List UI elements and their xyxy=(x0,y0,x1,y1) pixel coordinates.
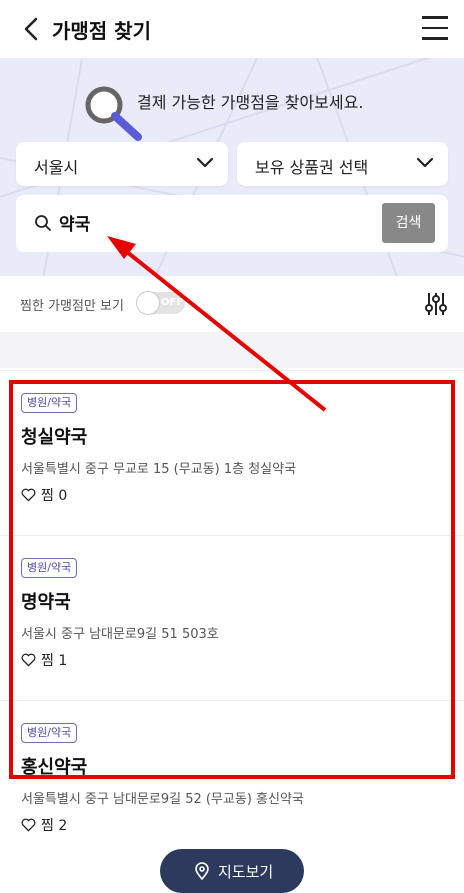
filter-bar: 찜한 가맹점만 보기 OFF xyxy=(0,276,464,332)
category-badge: 병원/약국 xyxy=(21,558,78,578)
page-title: 가맹점 찾기 xyxy=(52,19,151,43)
store-list-item[interactable]: 병원/약국 청실약국 서울특별시 중구 무교로 15 (무교동) 1층 청실약국… xyxy=(0,370,464,536)
back-arrow-icon[interactable] xyxy=(18,14,48,44)
like-count: 찜 0 xyxy=(41,488,68,504)
favorites-only-toggle[interactable]: OFF xyxy=(137,292,185,314)
heart-icon xyxy=(21,488,36,502)
like-button[interactable]: 찜 1 xyxy=(21,650,67,670)
store-name: 홍신약국 xyxy=(21,757,88,778)
store-address: 서울특별시 중구 무교로 15 (무교동) 1층 청실약국 xyxy=(21,462,297,477)
location-pin-icon xyxy=(195,862,209,880)
search-panel: 결제 가능한 가맹점을 찾아보세요. 서울시 보유 상품권 선택 약국 검색 xyxy=(0,58,464,276)
store-address: 서울특별시 중구 남대문로9길 52 (무교동) 홍신약국 xyxy=(21,792,304,807)
section-divider xyxy=(0,332,464,368)
heart-icon xyxy=(21,653,36,667)
store-name: 명약국 xyxy=(21,592,71,613)
like-button[interactable]: 찜 2 xyxy=(21,815,67,835)
region-select-label: 서울시 xyxy=(34,158,79,177)
heart-icon xyxy=(21,818,36,832)
toggle-knob xyxy=(137,292,159,314)
search-input-value: 약국 xyxy=(59,215,91,235)
like-count: 찜 1 xyxy=(41,653,68,669)
like-button[interactable]: 찜 0 xyxy=(21,485,67,505)
store-name: 청실약국 xyxy=(21,427,88,448)
toggle-state-text: OFF xyxy=(161,297,184,308)
search-icon xyxy=(35,215,51,231)
category-badge: 병원/약국 xyxy=(21,393,78,413)
search-prompt-text: 결제 가능한 가맹점을 찾아보세요. xyxy=(137,93,364,112)
chevron-down-icon xyxy=(196,157,214,168)
store-list-item[interactable]: 병원/약국 명약국 서울시 중구 남대문로9길 51 503호 찜 1 xyxy=(0,535,464,701)
app-header: 가맹점 찾기 xyxy=(0,0,464,58)
voucher-select[interactable]: 보유 상품권 선택 xyxy=(237,142,448,186)
region-select[interactable]: 서울시 xyxy=(16,142,228,186)
map-view-button[interactable]: 지도보기 xyxy=(160,849,304,893)
map-view-label: 지도보기 xyxy=(218,863,274,881)
filter-sliders-icon[interactable] xyxy=(424,290,448,318)
voucher-select-label: 보유 상품권 선택 xyxy=(255,158,369,177)
search-input[interactable]: 약국 검색 xyxy=(16,195,448,252)
category-badge: 병원/약국 xyxy=(21,723,78,743)
search-button[interactable]: 검색 xyxy=(382,203,435,243)
store-list-item[interactable]: 병원/약국 홍신약국 서울특별시 중구 남대문로9길 52 (무교동) 홍신약국… xyxy=(0,700,464,866)
chevron-down-icon xyxy=(416,157,434,168)
store-address: 서울시 중구 남대문로9길 51 503호 xyxy=(21,627,219,642)
favorites-only-label: 찜한 가맹점만 보기 xyxy=(20,299,124,314)
like-count: 찜 2 xyxy=(41,818,68,834)
hamburger-menu-icon[interactable] xyxy=(418,16,452,44)
